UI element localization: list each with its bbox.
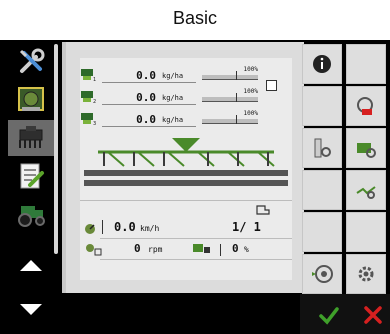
seed-hopper-icon bbox=[357, 143, 376, 158]
checkmark-icon bbox=[319, 307, 339, 325]
wheel-icon bbox=[312, 265, 333, 283]
cancel-button[interactable] bbox=[358, 300, 388, 330]
divider bbox=[100, 259, 292, 260]
arrow-up-icon bbox=[20, 259, 42, 271]
rate-value: 0.0 bbox=[136, 113, 156, 126]
percent-sep bbox=[220, 244, 231, 256]
percent-value: 0 bbox=[232, 242, 239, 255]
scale-bar bbox=[202, 75, 258, 80]
empty-button[interactable] bbox=[302, 212, 342, 252]
rate-unit: kg/ha bbox=[162, 116, 184, 124]
flow-button[interactable] bbox=[346, 170, 386, 210]
rpm-icon bbox=[86, 244, 102, 256]
rate-row: 3 0.0 kg/ha 100% bbox=[80, 110, 292, 130]
tractor-icon bbox=[18, 206, 45, 227]
scroll-up-button[interactable] bbox=[8, 248, 54, 282]
empty-button[interactable] bbox=[346, 44, 386, 84]
settings-icon bbox=[358, 266, 374, 282]
section-count: 1/ 1 bbox=[232, 220, 261, 234]
rate-scale: 100% bbox=[202, 66, 258, 82]
seed-hopper-button[interactable] bbox=[346, 128, 386, 168]
info-button[interactable] bbox=[302, 44, 342, 84]
close-icon bbox=[364, 306, 382, 324]
rate-row: 1 0.0 kg/ha 100% bbox=[80, 66, 292, 86]
rate-value: 0.0 bbox=[136, 91, 156, 104]
rate-row: 2 0.0 kg/ha 100% bbox=[80, 88, 292, 108]
svg-text:3: 3 bbox=[93, 121, 96, 126]
percent-unit: % bbox=[244, 245, 249, 254]
seeder-icon bbox=[19, 126, 43, 148]
scroll-down-button[interactable] bbox=[8, 292, 54, 326]
empty-button[interactable] bbox=[302, 86, 342, 126]
confirm-button[interactable] bbox=[314, 300, 344, 330]
speed-icon bbox=[85, 224, 95, 234]
rate-scale-label: 100% bbox=[243, 110, 258, 117]
hopper-level-icon bbox=[193, 244, 210, 253]
wheel-button[interactable] bbox=[302, 254, 342, 294]
rate-unit: kg/ha bbox=[162, 94, 184, 102]
speed-sep bbox=[102, 220, 113, 234]
page-title: Basic bbox=[172, 8, 217, 28]
rate-scale-label: 100% bbox=[243, 66, 258, 73]
flow-icon bbox=[356, 186, 376, 199]
right-menu bbox=[302, 44, 390, 294]
empty-button[interactable] bbox=[302, 170, 342, 210]
machine-monitor-icon bbox=[18, 87, 44, 111]
tools-icon bbox=[19, 48, 45, 73]
rate-value: 0.0 bbox=[136, 69, 156, 82]
empty-button[interactable] bbox=[346, 212, 386, 252]
rate-scale: 100% bbox=[202, 110, 258, 126]
divider bbox=[80, 200, 292, 201]
checklist-icon bbox=[20, 163, 44, 189]
tractor-button[interactable] bbox=[8, 196, 54, 232]
rpm-value: 0 bbox=[134, 242, 141, 255]
rate-unit: kg/ha bbox=[162, 72, 184, 80]
metering-icon bbox=[314, 138, 331, 158]
rates-panel: 1 0.0 kg/ha 100% 2 0.0 kg/ha 100% 3 0.0 … bbox=[80, 58, 292, 280]
settings-button[interactable] bbox=[346, 254, 386, 294]
seeder-diagram bbox=[84, 138, 288, 186]
left-scrollbar[interactable] bbox=[54, 44, 58, 254]
scale-marker bbox=[236, 93, 237, 102]
calibration-icon bbox=[357, 97, 373, 115]
calibration-button[interactable] bbox=[346, 86, 386, 126]
rate-scale: 100% bbox=[202, 88, 258, 104]
scale-bar bbox=[202, 97, 258, 102]
section-icon bbox=[256, 205, 270, 215]
speed-value: 0.0 bbox=[114, 220, 136, 234]
seeder-button[interactable] bbox=[8, 120, 54, 156]
divider bbox=[100, 238, 292, 239]
hopper-1-icon: 1 bbox=[81, 69, 96, 82]
arrow-down-icon bbox=[20, 303, 42, 315]
metering-button[interactable] bbox=[302, 128, 342, 168]
info-icon bbox=[313, 55, 331, 73]
scale-marker bbox=[236, 71, 237, 80]
hopper-3-icon: 3 bbox=[81, 113, 96, 126]
svg-text:1: 1 bbox=[93, 77, 96, 82]
marker-square bbox=[266, 80, 277, 91]
scale-bar bbox=[202, 119, 258, 124]
rate-scale-label: 100% bbox=[243, 88, 258, 95]
machine-monitor-button[interactable] bbox=[8, 82, 54, 118]
checklist-button[interactable] bbox=[8, 158, 54, 194]
tools-button[interactable] bbox=[8, 44, 54, 80]
rpm-unit: rpm bbox=[148, 245, 163, 254]
speed-unit: km/h bbox=[140, 224, 160, 233]
scale-marker bbox=[236, 115, 237, 124]
svg-text:2: 2 bbox=[93, 99, 96, 104]
hopper-2-icon: 2 bbox=[81, 91, 96, 104]
